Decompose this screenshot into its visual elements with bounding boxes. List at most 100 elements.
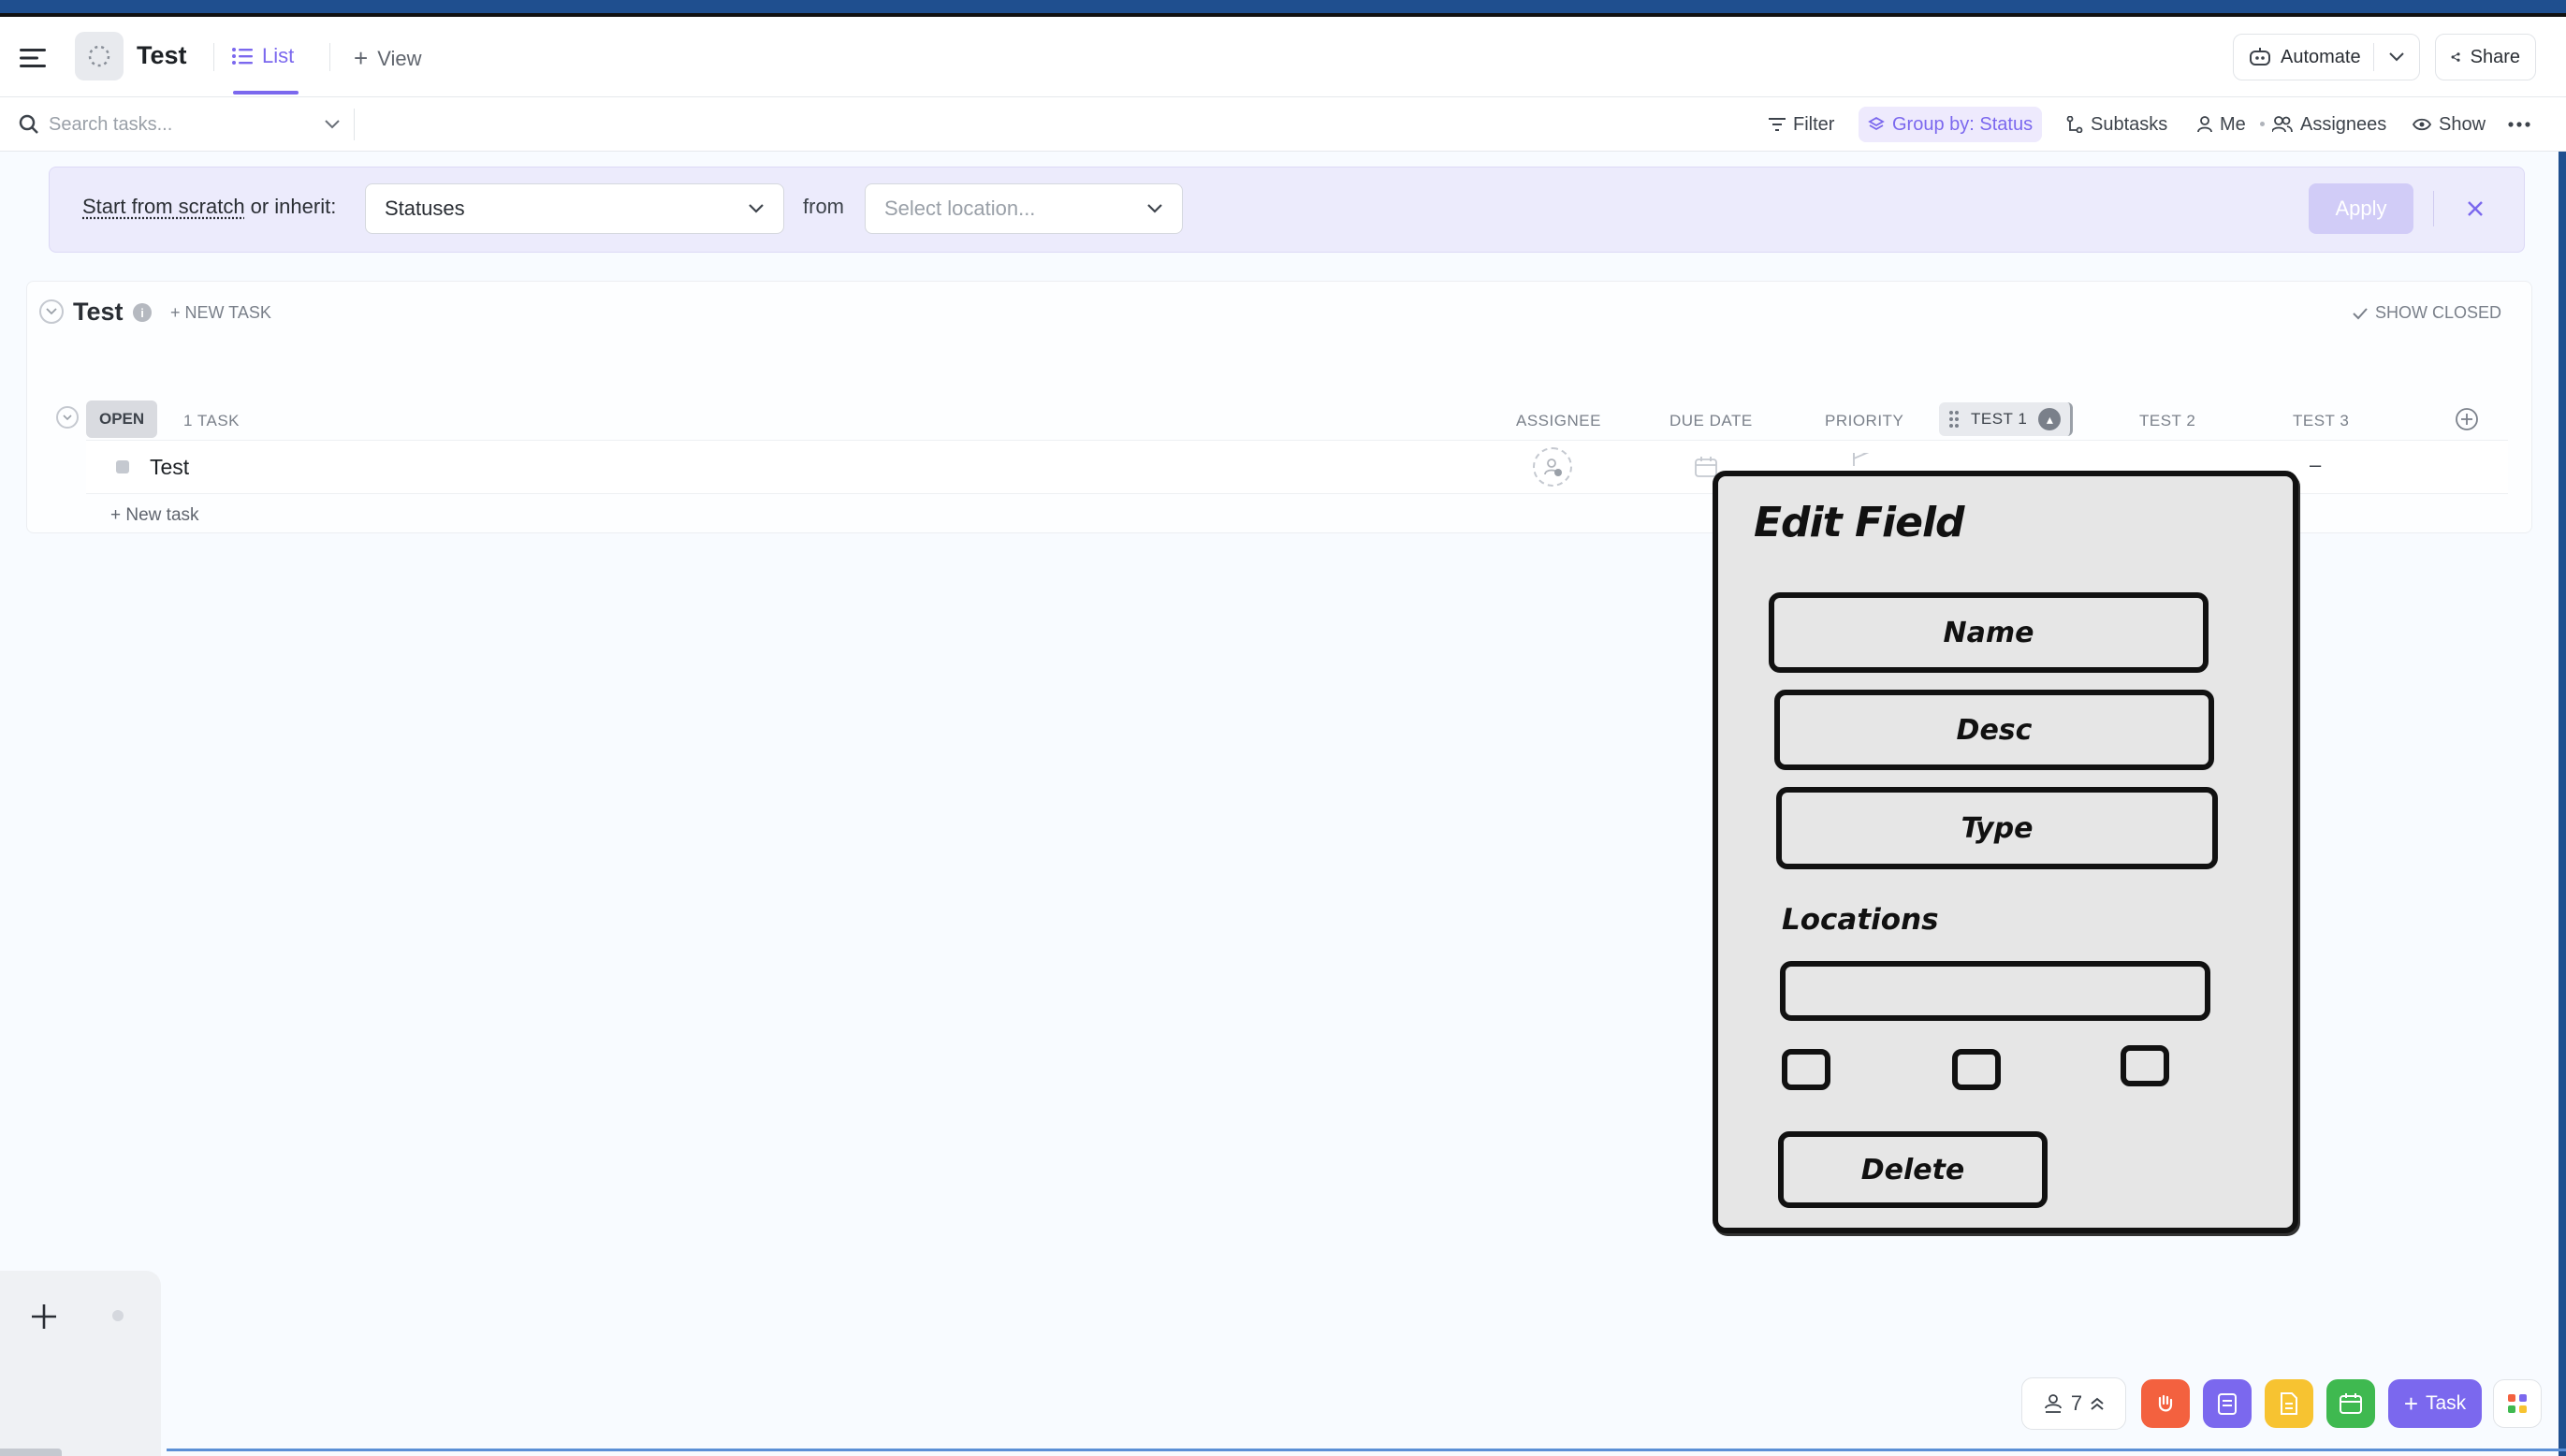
subtasks-icon [2066,116,2083,133]
me-filter-button[interactable]: Me [2197,110,2246,138]
dock-new-task-button[interactable]: + Task [2388,1379,2482,1428]
drag-handle-icon[interactable] [1948,410,1960,429]
dock-clip-button[interactable] [2141,1379,2190,1428]
list-title: Test [73,298,124,326]
collapse-list-chevron-icon[interactable] [39,299,64,324]
toolbar-divider [354,109,355,140]
user-stack-icon [2044,1394,2062,1413]
calendar-icon [2340,1393,2362,1414]
priority-flag-icon[interactable] [1849,453,1872,466]
column-header-assignee[interactable]: ASSIGNEE [1516,412,1601,430]
double-chevron-up-icon [2091,1397,2104,1410]
space-title: Test [137,41,187,69]
users-icon [2272,116,2293,133]
task-name[interactable]: Test [150,455,189,480]
sidebar-collapsed-panel [0,1271,161,1456]
column-header-test1-label: TEST 1 [1971,410,2028,428]
group-by-button[interactable]: Group by: Status [1859,107,2043,142]
search-input[interactable]: Search tasks... [49,114,314,136]
share-button[interactable]: Share [2435,34,2536,80]
location-checkbox-1[interactable] [1782,1049,1830,1090]
assignees-filter-button[interactable]: Assignees [2272,110,2386,138]
tab-list[interactable]: List [232,44,294,68]
header-new-task-button[interactable]: + NEW TASK [170,303,271,323]
location-select[interactable]: Select location... [865,183,1183,234]
scrollbar-thumb[interactable] [0,1449,62,1456]
add-plus-icon[interactable] [26,1299,62,1334]
task-test3-value[interactable]: – [2310,453,2321,477]
column-header-test2[interactable]: TEST 2 [2139,412,2195,430]
column-header-priority[interactable]: PRIORITY [1825,412,1903,430]
list-icon [232,48,253,65]
search-tasks-field[interactable]: Search tasks... [19,109,341,140]
dock-calendar-button[interactable] [2326,1379,2375,1428]
automate-label: Automate [2281,46,2361,67]
apps-grid-icon[interactable] [2493,1379,2542,1428]
chevron-down-icon[interactable] [324,119,341,130]
column-header-test1[interactable]: TEST 1 ▴ [1939,402,2074,436]
add-column-icon[interactable] [2454,406,2480,432]
filter-button[interactable]: Filter [1769,110,1834,138]
dock-notepad-button[interactable] [2203,1379,2252,1428]
column-header-test3[interactable]: TEST 3 [2293,412,2349,430]
plus-icon: + [354,44,369,72]
bottom-border-line [167,1449,2566,1451]
locations-input[interactable] [1780,961,2210,1021]
statuses-select[interactable]: Statuses [365,183,784,234]
show-button[interactable]: Show [2413,110,2486,138]
banner-divider [2433,191,2434,226]
assign-user-icon[interactable] [1533,447,1572,487]
notepad-icon [2218,1393,2237,1415]
automate-split-divider [2373,43,2374,71]
dock-task-label: Task [2426,1392,2467,1414]
close-banner-icon[interactable] [2459,193,2491,225]
show-closed-label: SHOW CLOSED [2375,303,2502,322]
location-checkbox-2[interactable] [1952,1049,2001,1090]
more-options-icon[interactable] [2502,110,2536,138]
subtasks-button[interactable]: Subtasks [2066,110,2167,138]
list-toolbar [0,97,2566,152]
window-top-border [0,0,2566,17]
plus-icon: + [2403,1389,2418,1418]
chevron-down-icon [749,204,764,213]
hamburger-menu-icon[interactable] [17,41,51,75]
edit-field-title: Edit Field [1754,499,1965,546]
add-view-label: View [377,46,422,70]
apply-button[interactable]: Apply [2309,183,2413,234]
status-badge-open[interactable]: OPEN [86,400,158,438]
info-icon[interactable]: i [133,303,152,322]
eye-icon [2413,118,2431,131]
share-label: Share [2470,46,2520,67]
header-divider [213,43,214,71]
header-divider [329,43,330,71]
automate-dropdown-chevron-icon[interactable] [2381,43,2413,71]
show-label: Show [2439,113,2486,135]
task-status-square-icon[interactable] [116,460,129,473]
task-count: 1 TASK [183,412,241,430]
desc-field[interactable]: Desc [1774,690,2214,770]
notifications-counter-button[interactable]: 7 [2021,1377,2126,1430]
search-icon [19,114,38,134]
add-new-task-row[interactable]: + New task [110,505,199,526]
column-header-due-date[interactable]: DUE DATE [1669,412,1753,430]
loading-circle-icon [88,45,110,67]
dock-count: 7 [2070,1391,2083,1415]
field-settings-icon[interactable]: ▴ [2038,408,2062,430]
location-select-placeholder: Select location... [884,197,1036,220]
subtasks-label: Subtasks [2091,113,2168,135]
show-closed-button[interactable]: SHOW CLOSED [2353,303,2501,323]
type-field[interactable]: Type [1776,787,2218,869]
delete-button[interactable]: Delete [1778,1131,2048,1208]
name-field[interactable]: Name [1769,592,2209,673]
dock-docs-button[interactable] [2265,1379,2313,1428]
chevron-down-icon [1147,204,1162,213]
collapse-status-chevron-icon[interactable] [56,406,79,429]
group-by-label: Group by: Status [1892,113,2034,135]
location-checkbox-3[interactable] [2121,1045,2169,1086]
tab-list-label: List [262,44,295,67]
space-avatar[interactable] [75,32,124,80]
filter-icon [1769,118,1786,131]
start-from-scratch-link[interactable]: Start from scratch [82,195,245,219]
banner-prompt: Start from scratch or inherit: [82,195,336,219]
add-view-button[interactable]: + View [354,44,421,73]
